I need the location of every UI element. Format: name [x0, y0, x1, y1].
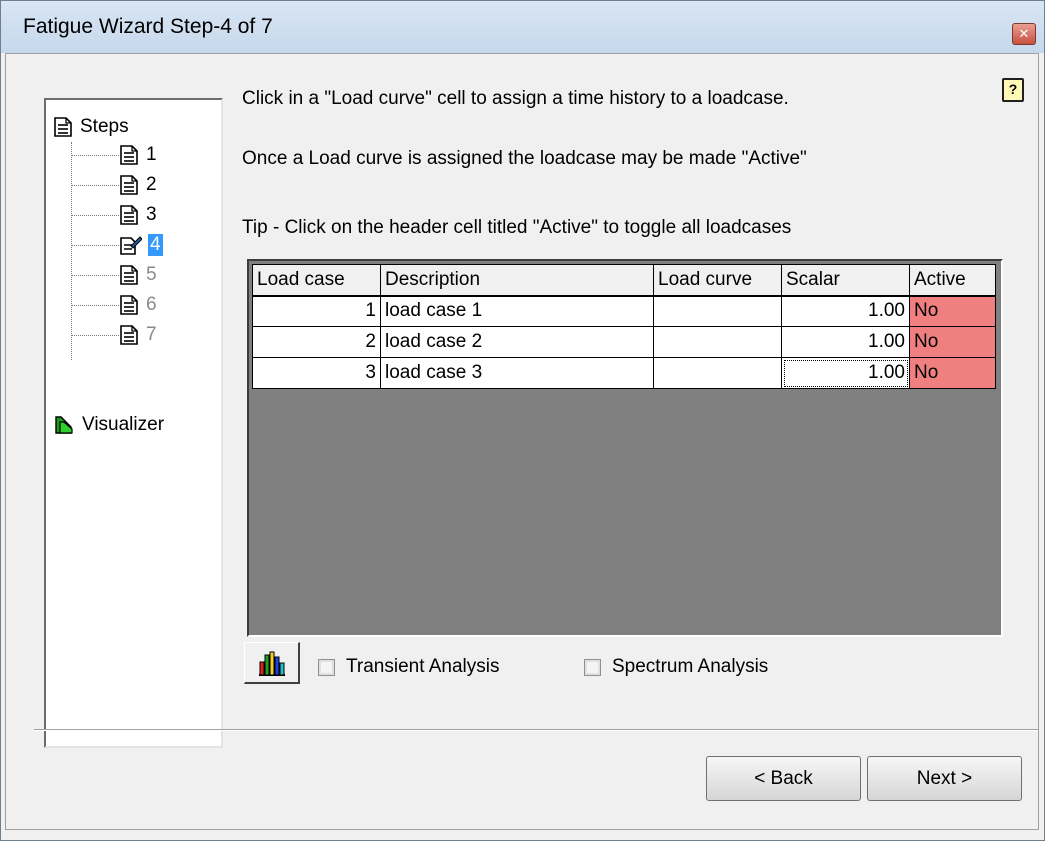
cell-scalar[interactable]: 1.00	[781, 326, 910, 358]
bar-chart-icon	[259, 651, 285, 676]
back-button[interactable]: < Back	[706, 756, 861, 801]
spectrum-analysis-option[interactable]: Spectrum Analysis	[584, 656, 768, 678]
loadcase-table: Load case Description Load curve Scalar …	[252, 264, 996, 389]
close-icon: ✕	[1018, 26, 1030, 41]
cell-description[interactable]: load case 1	[380, 295, 654, 327]
tree-connector	[71, 142, 72, 360]
tree-item-step[interactable]: 2	[120, 172, 157, 198]
document-icon	[120, 205, 138, 225]
tree-item-step[interactable]: 4	[120, 232, 163, 258]
tree-step-label: 4	[148, 234, 163, 256]
loadcase-grid[interactable]: Load case Description Load curve Scalar …	[247, 259, 1003, 637]
spectrum-analysis-label: Spectrum Analysis	[612, 656, 769, 677]
tree-item-step[interactable]: 5	[120, 262, 157, 288]
tree-step-label: 5	[146, 264, 157, 285]
tree-root-label: Steps	[80, 116, 129, 137]
help-icon[interactable]: ?	[1002, 78, 1024, 102]
tree-visualizer-label: Visualizer	[82, 414, 165, 435]
tree-item-visualizer[interactable]: Visualizer	[54, 412, 164, 438]
transient-analysis-label: Transient Analysis	[346, 656, 500, 677]
tree-connector	[71, 245, 119, 246]
table-row: 1 load case 1 1.00 No	[252, 295, 996, 327]
spectrum-analysis-checkbox[interactable]	[584, 658, 601, 676]
table-row: 3 load case 3 1.00 No	[252, 357, 996, 389]
header-description[interactable]: Description	[380, 264, 654, 297]
instruction-line-2: Once a Load curve is assigned the loadca…	[242, 148, 807, 169]
cell-load-curve[interactable]	[653, 295, 782, 327]
instruction-tip: Tip - Click on the header cell titled "A…	[242, 217, 792, 238]
header-scalar[interactable]: Scalar	[781, 264, 910, 297]
close-button[interactable]: ✕	[1012, 23, 1036, 45]
tree-item-steps[interactable]: Steps	[54, 114, 129, 140]
tree-connector	[71, 305, 119, 306]
cell-description[interactable]: load case 3	[380, 357, 654, 389]
tree-connector	[71, 215, 119, 216]
header-load-curve[interactable]: Load curve	[653, 264, 782, 297]
document-icon	[54, 117, 72, 137]
window-title: Fatigue Wizard Step-4 of 7	[23, 15, 273, 38]
tree-connector	[71, 155, 119, 156]
document-icon	[120, 295, 138, 315]
cell-description[interactable]: load case 2	[380, 326, 654, 358]
tree-step-label: 7	[146, 324, 157, 345]
tree-step-label: 2	[146, 174, 157, 195]
cell-active[interactable]: No	[909, 295, 996, 327]
tree-step-label: 6	[146, 294, 157, 315]
title-bar[interactable]: Fatigue Wizard Step-4 of 7 ✕	[1, 1, 1044, 53]
cell-active[interactable]: No	[909, 357, 996, 389]
cell-load-curve[interactable]	[653, 326, 782, 358]
fatigue-wizard-window: Fatigue Wizard Step-4 of 7 ✕ Steps Visua…	[0, 0, 1045, 841]
document-icon	[120, 145, 138, 165]
tree-step-label: 1	[146, 144, 157, 165]
cell-load-case[interactable]: 1	[252, 295, 381, 327]
transient-analysis-option[interactable]: Transient Analysis	[318, 656, 499, 678]
cell-load-case[interactable]: 2	[252, 326, 381, 358]
steps-tree[interactable]: Steps Visualizer 1 2 3 4 5 6 7	[44, 98, 223, 748]
cell-active[interactable]: No	[909, 326, 996, 358]
table-header-row: Load case Description Load curve Scalar …	[252, 264, 996, 297]
cell-load-curve[interactable]	[653, 357, 782, 389]
cell-load-case[interactable]: 3	[252, 357, 381, 389]
tree-item-step[interactable]: 6	[120, 292, 157, 318]
document-icon	[120, 325, 138, 345]
tree-item-step[interactable]: 1	[120, 142, 157, 168]
wizard-body: Steps Visualizer 1234567 ? Click in a "L…	[5, 53, 1039, 830]
instruction-line-1: Click in a "Load curve" cell to assign a…	[242, 88, 789, 109]
document-icon	[120, 175, 138, 195]
cell-scalar-focused[interactable]: 1.00	[781, 357, 910, 389]
table-row: 2 load case 2 1.00 No	[252, 326, 996, 358]
next-button[interactable]: Next >	[867, 756, 1022, 801]
tree-step-label: 3	[146, 204, 157, 225]
tree-item-step[interactable]: 7	[120, 322, 157, 348]
header-load-case[interactable]: Load case	[252, 264, 381, 297]
tree-connector	[71, 275, 119, 276]
plot-button[interactable]	[244, 642, 300, 684]
tree-connector	[71, 335, 119, 336]
document-edit-icon	[120, 236, 142, 255]
cell-scalar[interactable]: 1.00	[781, 295, 910, 327]
document-icon	[120, 265, 138, 285]
separator	[34, 729, 1038, 731]
visualizer-icon	[55, 416, 73, 434]
tree-connector	[71, 185, 119, 186]
tree-item-step[interactable]: 3	[120, 202, 157, 228]
transient-analysis-checkbox[interactable]	[318, 658, 335, 676]
header-active[interactable]: Active	[909, 264, 996, 297]
